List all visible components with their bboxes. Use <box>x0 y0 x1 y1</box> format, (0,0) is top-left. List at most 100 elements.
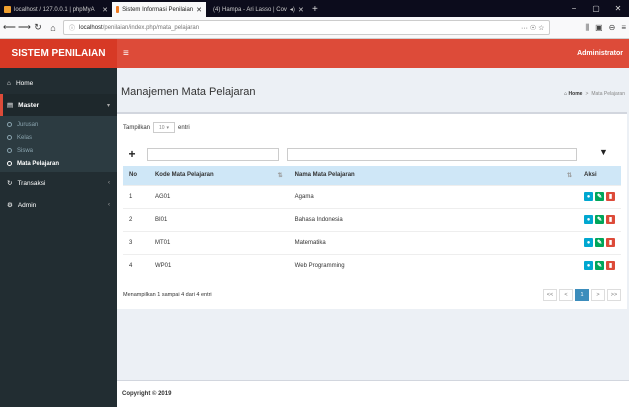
table-header-row: No Kode Mata Pelajaran ⇅ Nama Mata Pelaja… <box>123 166 621 185</box>
gear-icon: ⚙ <box>7 202 13 209</box>
cell-nama: Web Programming <box>288 253 578 277</box>
close-icon[interactable]: ✕ <box>102 6 108 14</box>
cell-kode: MT01 <box>148 230 289 254</box>
url-path: /penilaian/index.php/mata_pelajaran <box>102 24 200 31</box>
entries-label: entri <box>178 124 190 131</box>
delete-button[interactable]: ▮ <box>606 192 615 201</box>
col-header-no[interactable]: No <box>123 166 149 185</box>
browser-tab-youtube[interactable]: (4) Hampa - Ari Lasso | Cov ◂) ✕ <box>206 2 306 17</box>
chevron-down-icon: ▾ <box>106 102 110 109</box>
sidebar-icon[interactable]: ▣ <box>595 23 603 33</box>
user-menu[interactable]: Administrator <box>577 50 623 57</box>
sidebar-item-transaksi[interactable]: ↻ Transaksi ‹ <box>0 172 117 194</box>
delete-button[interactable]: ▮ <box>606 261 615 271</box>
app-favicon-icon <box>116 6 120 13</box>
sidebar-item-admin[interactable]: ⚙ Admin ‹ <box>0 194 117 216</box>
new-tab-button[interactable]: + <box>306 2 324 17</box>
edit-button[interactable]: ✎ <box>595 238 604 247</box>
sidebar-item-jurusan[interactable]: Jurusan <box>0 118 117 131</box>
row-actions: ● ✎ ▮ <box>584 238 615 247</box>
page-1-button[interactable]: 1 <box>575 289 589 301</box>
row-actions: ● ✎ ▮ <box>584 215 615 224</box>
table-row: 2 BI01 Bahasa Indonesia ● ✎ ▮ <box>123 207 621 231</box>
view-button[interactable]: ● <box>584 192 593 201</box>
tab-label: Sistem Informasi Penilaian <box>122 6 194 13</box>
filter-icon[interactable]: ▼ <box>599 147 608 157</box>
page-last-button[interactable]: >> <box>607 289 621 301</box>
menu-icon[interactable]: ≡ <box>621 23 626 33</box>
table-row: 4 WP01 Web Programming ● ✎ ▮ <box>123 253 621 277</box>
sort-icon: ⇅ <box>566 172 572 179</box>
view-button[interactable]: ● <box>584 238 593 247</box>
home-icon: ⌂ <box>564 91 568 97</box>
footer: Copyright © 2019 <box>117 380 629 407</box>
view-button[interactable]: ● <box>584 261 593 271</box>
page-next-button[interactable]: > <box>591 289 605 301</box>
delete-button[interactable]: ▮ <box>606 215 615 224</box>
filter-row: + ▼ <box>123 145 621 163</box>
url-bar[interactable]: ⓘ localhost/penilaian/index.php/mata_pel… <box>63 20 551 35</box>
edit-button[interactable]: ✎ <box>595 215 604 224</box>
browser-tab-phpmyadmin[interactable]: localhost / 127.0.0.1 | phpMyA ✕ <box>0 2 112 17</box>
circle-icon <box>7 135 12 140</box>
pagination: << < 1 > >> <box>543 289 621 301</box>
table-info: Menampilkan 1 sampai 4 dari 4 entri <box>123 292 212 298</box>
breadcrumb-separator: > <box>585 91 589 97</box>
page-prev-button[interactable]: < <box>559 289 573 301</box>
close-window-icon[interactable]: ✕ <box>607 4 629 13</box>
mata-pelajaran-table: No Kode Mata Pelajaran ⇅ Nama Mata Pelaja… <box>123 166 621 277</box>
nama-filter-input[interactable] <box>287 148 577 161</box>
sidebar-item-kelas[interactable]: Kelas <box>0 131 117 144</box>
back-icon[interactable]: ⟵ <box>3 22 16 33</box>
hamburger-icon[interactable]: ≡ <box>123 48 129 59</box>
view-button[interactable]: ● <box>584 215 593 224</box>
breadcrumb-current: Mata Pelajaran <box>591 91 625 97</box>
app-header: ≡ Administrator <box>117 39 629 68</box>
app-logo[interactable]: SISTEM PENILAIAN <box>0 39 117 68</box>
sidebar-submenu-master: Jurusan Kelas Siswa Mata Pelajaran <box>0 116 117 172</box>
edit-button[interactable]: ✎ <box>595 261 604 271</box>
phpmyadmin-icon <box>4 6 11 13</box>
sidebar-item-label: Kelas <box>17 134 33 141</box>
col-header-kode[interactable]: Kode Mata Pelajaran ⇅ <box>148 166 289 185</box>
sidebar-item-home[interactable]: ⌂ Home <box>0 72 117 94</box>
sidebar-item-siswa[interactable]: Siswa <box>0 144 117 157</box>
browser-nav-bar: ⟵ ⟶ ↻ ⌂ ⓘ localhost/penilaian/index.php/… <box>0 17 629 39</box>
close-icon[interactable]: ✕ <box>298 6 304 14</box>
sidebar: ⌂ Home ▤ Master ▾ Jurusan Kelas Siswa Ma… <box>0 68 117 407</box>
cell-nama: Bahasa Indonesia <box>288 207 578 231</box>
close-icon[interactable]: ✕ <box>196 6 202 14</box>
sidebar-item-mata-pelajaran[interactable]: Mata Pelajaran <box>0 157 117 170</box>
url-actions-icon[interactable]: ··· ☉ ☆ <box>521 24 544 32</box>
cell-no: 3 <box>123 230 149 254</box>
page-first-button[interactable]: << <box>543 289 557 301</box>
page-length-select[interactable]: 10 ▾ <box>153 122 176 133</box>
breadcrumb-home[interactable]: ⌂ Home <box>564 91 582 97</box>
sidebar-item-master[interactable]: ▤ Master ▾ <box>0 94 117 116</box>
page-length-control: Tampilkan 10 ▾ entri <box>123 122 190 133</box>
database-icon: ▤ <box>7 102 14 109</box>
tab-label: (4) Hampa - Ari Lasso | Cov <box>213 6 287 13</box>
col-header-nama[interactable]: Nama Mata Pelajaran ⇅ <box>288 166 578 185</box>
table-row: 1 AG01 Agama ● ✎ ▮ <box>123 184 621 208</box>
kode-filter-input[interactable] <box>147 148 279 161</box>
row-actions: ● ✎ ▮ <box>584 192 615 201</box>
edit-button[interactable]: ✎ <box>595 192 604 201</box>
home-icon[interactable]: ⌂ <box>48 23 58 33</box>
cell-nama: Matematika <box>288 230 578 254</box>
library-icon[interactable]: ⫼ <box>585 23 589 33</box>
cell-kode: AG01 <box>148 184 289 208</box>
delete-button[interactable]: ▮ <box>606 238 615 247</box>
info-icon: ⓘ <box>69 26 76 32</box>
reload-icon[interactable]: ↻ <box>33 22 43 33</box>
col-header-label: Nama Mata Pelajaran <box>294 171 355 178</box>
account-icon[interactable]: ⊖ <box>609 23 616 33</box>
cell-kode: WP01 <box>148 253 289 277</box>
forward-icon[interactable]: ⟶ <box>18 22 31 33</box>
add-button[interactable]: + <box>123 145 141 163</box>
browser-tab-penilaian[interactable]: Sistem Informasi Penilaian ✕ <box>112 2 206 17</box>
maximize-icon[interactable]: ▢ <box>585 4 607 13</box>
toolbar-right: ⫼ ▣ ⊖ ≡ <box>585 23 626 33</box>
cell-kode: BI01 <box>148 207 289 231</box>
minimize-icon[interactable]: − <box>563 4 585 13</box>
